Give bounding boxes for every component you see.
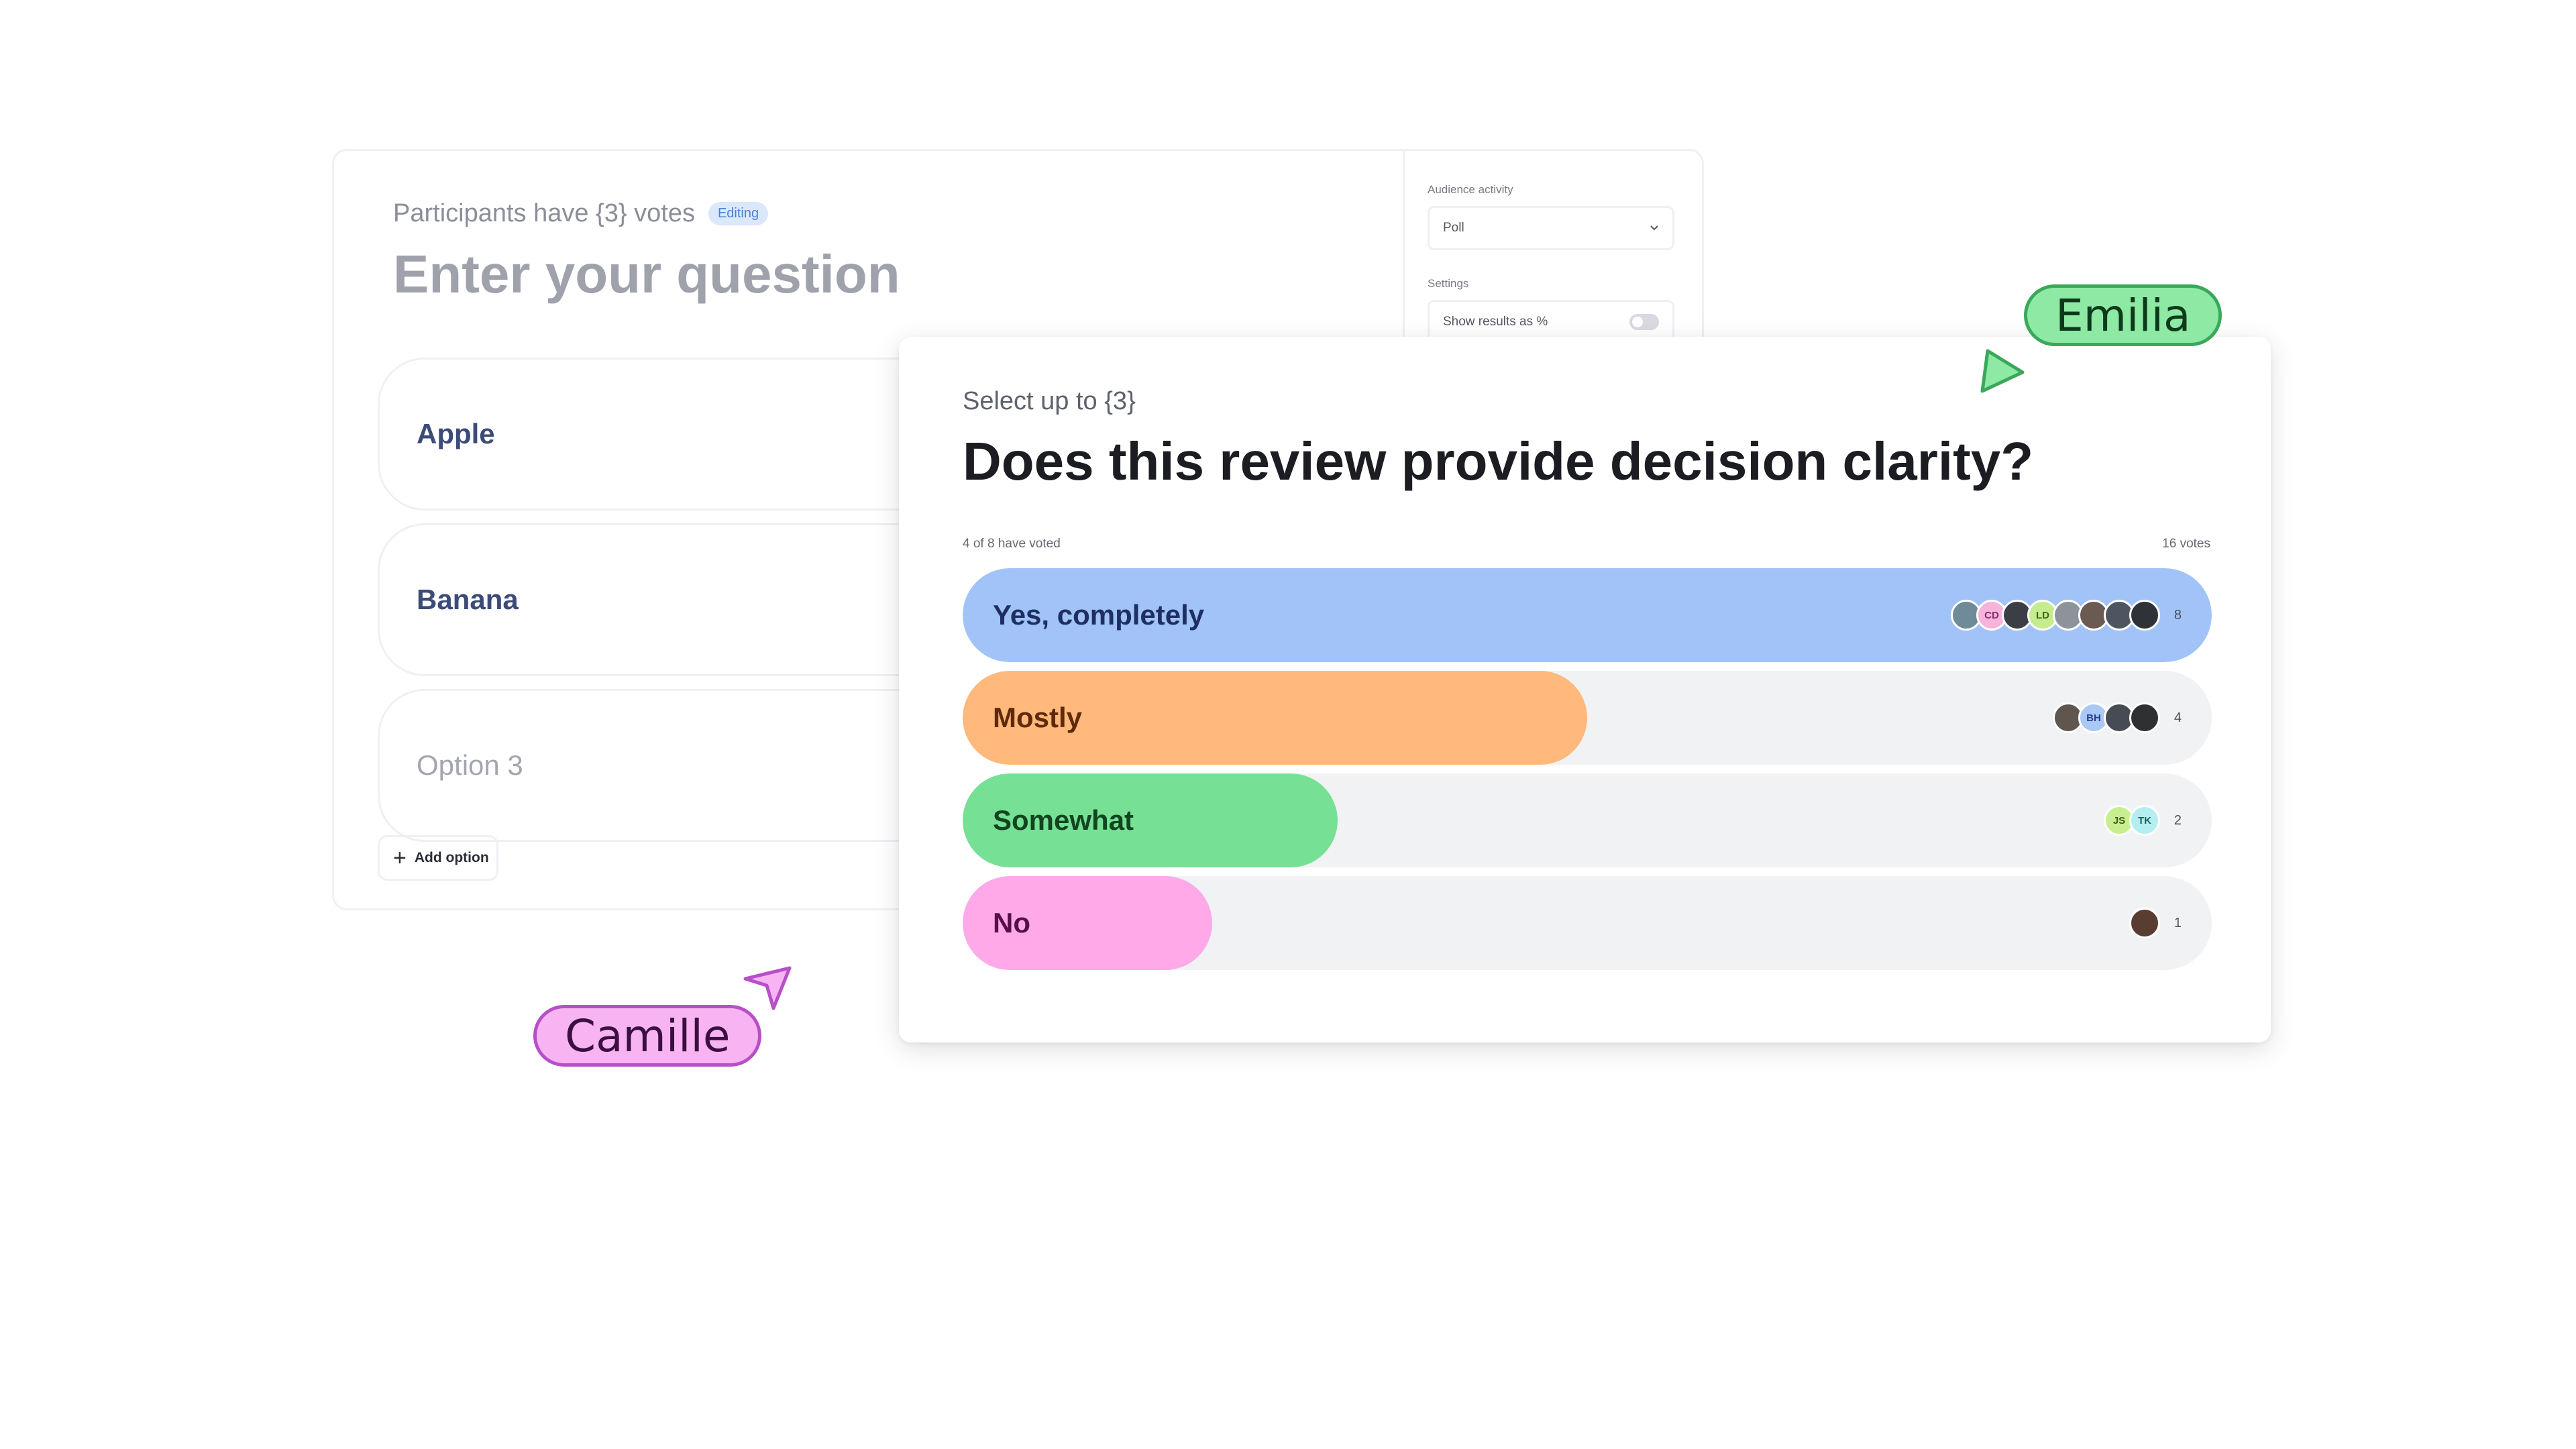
editing-badge: Editing bbox=[708, 202, 769, 225]
poll-question: Does this review provide decision clarit… bbox=[963, 431, 2034, 491]
voted-count: 4 of 8 have voted bbox=[963, 537, 1061, 551]
settings-label: Settings bbox=[1428, 277, 1469, 290]
editor-header: Participants have {3} votes Editing bbox=[393, 199, 769, 228]
cursor-label-emilia: Emilia bbox=[2024, 284, 2222, 346]
select-limit-label: Select up to {3} bbox=[963, 387, 1136, 415]
question-input[interactable]: Enter your question bbox=[393, 244, 900, 305]
total-votes: 16 votes bbox=[2162, 537, 2210, 551]
add-option-label: Add option bbox=[414, 850, 489, 865]
audience-activity-label: Audience activity bbox=[1428, 183, 1513, 196]
show-results-label: Show results as % bbox=[1443, 315, 1548, 329]
voter-avatars bbox=[2129, 908, 2160, 938]
cursor-label-camille: Camille bbox=[533, 1005, 762, 1067]
avatar bbox=[2129, 908, 2160, 938]
voter-avatars: CD LD bbox=[1951, 600, 2160, 631]
avatar: TK bbox=[2129, 805, 2160, 836]
result-option-row[interactable]: Yes, completely CD LD 8 bbox=[963, 568, 2212, 662]
voters-group: BH 4 bbox=[2053, 671, 2182, 765]
avatar bbox=[2129, 702, 2160, 733]
result-option-row[interactable]: Mostly BH 4 bbox=[963, 671, 2212, 765]
activity-select[interactable]: Poll bbox=[1428, 206, 1674, 250]
add-option-button[interactable]: + Add option bbox=[378, 835, 498, 881]
result-option-label: Yes, completely bbox=[993, 599, 1205, 631]
camille-cursor-icon bbox=[743, 966, 792, 1010]
vote-count: 2 bbox=[2174, 812, 2182, 828]
result-option-label: Somewhat bbox=[993, 804, 1134, 836]
show-results-toggle[interactable] bbox=[1629, 314, 1659, 330]
voter-avatars: BH bbox=[2053, 702, 2160, 733]
emilia-cursor-icon bbox=[1980, 349, 2025, 393]
voters-group: 1 bbox=[2129, 876, 2182, 970]
vote-count: 4 bbox=[2174, 710, 2182, 725]
plus-icon: + bbox=[393, 845, 407, 871]
result-option-row[interactable]: Somewhat JS TK 2 bbox=[963, 773, 2212, 867]
result-option-label: No bbox=[993, 907, 1030, 938]
vote-count: 1 bbox=[2174, 915, 2182, 930]
poll-results-card: Select up to {3} Does this review provid… bbox=[899, 337, 2271, 1042]
vote-count: 8 bbox=[2174, 607, 2182, 623]
voter-avatars: JS TK bbox=[2104, 805, 2160, 836]
voters-group: JS TK 2 bbox=[2104, 773, 2182, 867]
participants-votes-label: Participants have {3} votes bbox=[393, 199, 695, 227]
avatar bbox=[2129, 600, 2160, 631]
chevron-down-icon bbox=[1650, 221, 1659, 235]
result-option-row[interactable]: No 1 bbox=[963, 876, 2212, 970]
activity-select-value: Poll bbox=[1443, 221, 1464, 235]
voters-group: CD LD 8 bbox=[1951, 568, 2182, 662]
result-option-label: Mostly bbox=[993, 702, 1083, 733]
